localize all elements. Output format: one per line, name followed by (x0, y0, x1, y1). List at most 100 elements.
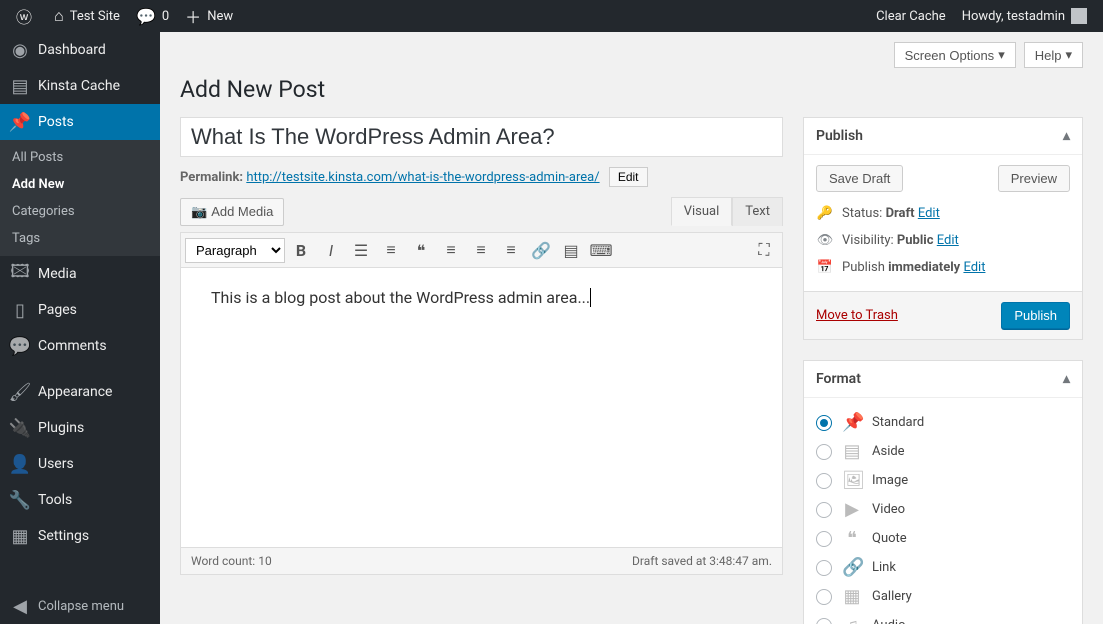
sidebar-item-media[interactable]: 🖾Media (0, 256, 160, 292)
help-button[interactable]: Help ▾ (1024, 42, 1083, 68)
howdy-text: Howdy, testadmin (962, 9, 1065, 24)
permalink-row: Permalink: http://testsite.kinsta.com/wh… (180, 167, 783, 187)
tab-visual[interactable]: Visual (671, 197, 733, 226)
sidebar-item-tools[interactable]: 🔧Tools (0, 482, 160, 518)
calendar-icon: 📅 (816, 260, 834, 275)
page-icon: ▯ (10, 300, 30, 320)
wp-logo[interactable]: ⓦ (8, 0, 46, 32)
fullscreen-button[interactable]: ⛶ (750, 237, 778, 263)
dashboard-icon: ◉ (10, 40, 30, 60)
chevron-up-icon: ▴ (1063, 371, 1070, 387)
admin-sidebar: ◉Dashboard ▤Kinsta Cache 📌Posts All Post… (0, 32, 160, 624)
sidebar-item-settings[interactable]: ▦Settings (0, 518, 160, 554)
site-link[interactable]: ⌂ Test Site (46, 0, 128, 32)
home-icon: ⌂ (54, 6, 64, 26)
image-icon: 🖼 (842, 470, 862, 491)
permalink-edit-button[interactable]: Edit (609, 167, 648, 187)
format-header[interactable]: Format▴ (804, 361, 1082, 398)
quote-button[interactable]: ❝ (407, 237, 435, 263)
pin-icon: 📌 (842, 412, 862, 433)
sidebar-item-users[interactable]: 👤Users (0, 446, 160, 482)
sidebar-item-kinsta[interactable]: ▤Kinsta Cache (0, 68, 160, 104)
new-link[interactable]: ＋ New (177, 0, 241, 32)
new-label: New (207, 9, 233, 24)
format-radio-aside[interactable] (816, 444, 832, 460)
clear-cache-link[interactable]: Clear Cache (868, 0, 954, 32)
italic-button[interactable]: I (317, 237, 345, 263)
screen-options-button[interactable]: Screen Options ▾ (894, 42, 1016, 68)
permalink-url[interactable]: http://testsite.kinsta.com/what-is-the-w… (246, 170, 599, 185)
format-radio-standard[interactable] (816, 415, 832, 431)
move-to-trash-link[interactable]: Move to Trash (816, 308, 898, 323)
media-icon: 🖾 (10, 264, 30, 284)
status-edit-link[interactable]: Edit (918, 206, 940, 221)
format-radio-gallery[interactable] (816, 589, 832, 605)
key-icon: 🔑 (816, 206, 834, 221)
sidebar-sub-categories[interactable]: Categories (0, 198, 160, 225)
readmore-button[interactable]: ▤ (557, 237, 585, 263)
schedule-edit-link[interactable]: Edit (963, 260, 985, 275)
align-center-button[interactable]: ≡ (467, 237, 495, 263)
audio-icon: ♫ (842, 615, 862, 624)
publish-button[interactable]: Publish (1001, 302, 1070, 329)
format-radio-image[interactable] (816, 473, 832, 489)
publish-metabox: Publish▴ Save Draft Preview 🔑Status: Dra… (803, 117, 1083, 340)
eye-icon: 👁 (816, 233, 834, 248)
aside-icon: ▤ (842, 441, 862, 462)
editor-toolbar: Paragraph B I ☰ ≡ ❝ ≡ ≡ ≡ 🔗 ▤ ⌨ ⛶ (180, 232, 783, 268)
format-radio-audio[interactable] (816, 618, 832, 624)
editor-body[interactable]: This is a blog post about the WordPress … (180, 268, 783, 548)
account-link[interactable]: Howdy, testadmin (954, 0, 1095, 32)
site-name: Test Site (70, 9, 120, 24)
align-right-button[interactable]: ≡ (497, 237, 525, 263)
wrench-icon: 🔧 (10, 490, 30, 510)
plus-icon: ＋ (185, 4, 201, 28)
permalink-label: Permalink: (180, 170, 243, 185)
content-area: Screen Options ▾ Help ▾ Add New Post Per… (160, 32, 1103, 624)
align-left-button[interactable]: ≡ (437, 237, 465, 263)
chevron-down-icon: ▾ (998, 47, 1005, 63)
link-icon: 🔗 (842, 557, 862, 578)
comment-icon: 💬 (136, 7, 156, 26)
format-select[interactable]: Paragraph (185, 238, 285, 263)
gallery-icon: ▦ (842, 586, 862, 607)
chevron-up-icon: ▴ (1063, 128, 1070, 144)
bold-button[interactable]: B (287, 237, 315, 263)
text-cursor (590, 288, 591, 307)
toolbar-toggle-button[interactable]: ⌨ (587, 237, 615, 263)
format-radio-video[interactable] (816, 502, 832, 518)
sidebar-item-appearance[interactable]: 🖌Appearance (0, 374, 160, 410)
ol-button[interactable]: ≡ (377, 237, 405, 263)
comments-link[interactable]: 💬0 (128, 0, 177, 32)
page-title: Add New Post (180, 76, 1083, 103)
sidebar-sub-add-new[interactable]: Add New (0, 171, 160, 198)
sidebar-item-pages[interactable]: ▯Pages (0, 292, 160, 328)
sidebar-item-dashboard[interactable]: ◉Dashboard (0, 32, 160, 68)
admin-toolbar: ⓦ ⌂ Test Site 💬0 ＋ New Clear Cache Howdy, … (0, 0, 1103, 32)
link-button[interactable]: 🔗 (527, 237, 555, 263)
sidebar-sub-all-posts[interactable]: All Posts (0, 144, 160, 171)
save-draft-button[interactable]: Save Draft (816, 165, 903, 192)
chevron-down-icon: ▾ (1065, 47, 1072, 63)
visibility-edit-link[interactable]: Edit (937, 233, 959, 248)
collapse-menu[interactable]: ◀Collapse menu (0, 588, 160, 624)
post-title-input[interactable] (180, 117, 783, 157)
editor-status-bar: Word count: 10 Draft saved at 3:48:47 am… (180, 548, 783, 575)
draft-saved-text: Draft saved at 3:48:47 am. (632, 554, 772, 568)
tab-text[interactable]: Text (732, 197, 783, 226)
cache-icon: ▤ (10, 76, 30, 96)
preview-button[interactable]: Preview (998, 165, 1070, 192)
format-radio-link[interactable] (816, 560, 832, 576)
sidebar-item-comments[interactable]: 💬Comments (0, 328, 160, 364)
sidebar-item-plugins[interactable]: 🔌Plugins (0, 410, 160, 446)
ul-button[interactable]: ☰ (347, 237, 375, 263)
sidebar-sub-tags[interactable]: Tags (0, 225, 160, 252)
avatar (1071, 8, 1087, 24)
format-radio-quote[interactable] (816, 531, 832, 547)
sidebar-submenu: All Posts Add New Categories Tags (0, 140, 160, 256)
sidebar-item-posts[interactable]: 📌Posts (0, 104, 160, 140)
camera-icon: 📷 (191, 204, 207, 220)
add-media-button[interactable]: 📷Add Media (180, 198, 284, 226)
publish-header[interactable]: Publish▴ (804, 118, 1082, 155)
video-icon: ▶ (842, 499, 862, 520)
